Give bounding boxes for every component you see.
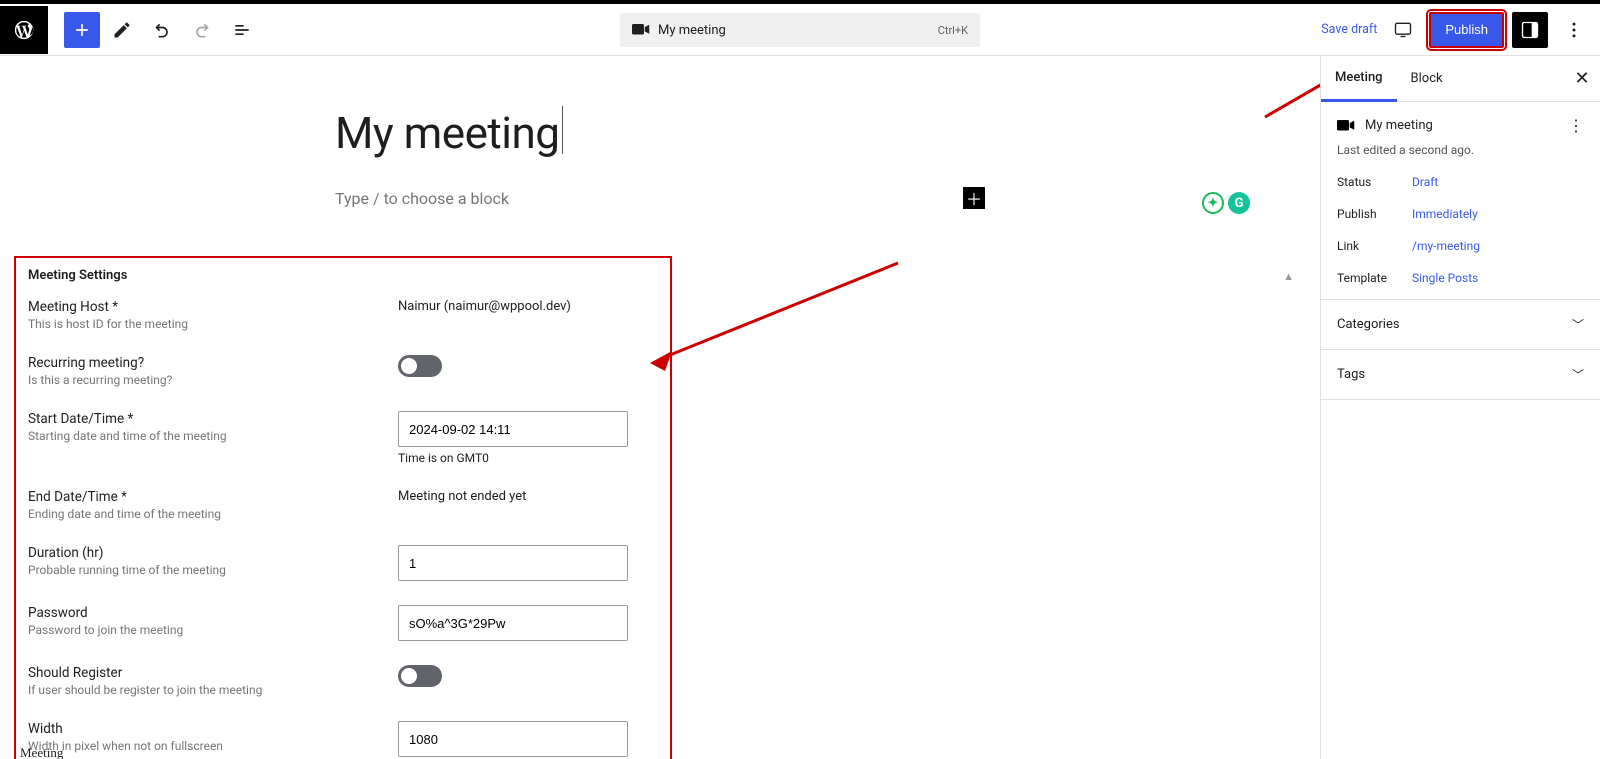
permalink-value[interactable]: /my-meeting <box>1412 239 1480 253</box>
last-edited-text: Last edited a second ago. <box>1337 143 1584 157</box>
add-block-button[interactable] <box>64 12 100 48</box>
host-desc: This is host ID for the meeting <box>28 317 398 331</box>
settings-toggle-button[interactable] <box>1512 12 1548 48</box>
post-title-input[interactable]: My meeting <box>335 106 985 159</box>
duration-input[interactable] <box>398 545 628 581</box>
undo-button[interactable] <box>144 12 180 48</box>
end-value: Meeting not ended yet <box>398 489 658 504</box>
categories-section[interactable]: Categories ﹀ <box>1321 300 1600 350</box>
annotation-arrow-settings <box>650 253 900 373</box>
settings-sidebar: Meeting Block ✕ My meeting ⋮ Last edited… <box>1320 56 1600 759</box>
register-label: Should Register <box>28 665 398 681</box>
grammarly-icon[interactable]: G <box>1228 192 1250 214</box>
inline-add-block-button[interactable]: ＋ <box>963 187 985 209</box>
document-shortcut: Ctrl+K <box>938 24 968 37</box>
edit-mode-button[interactable] <box>104 12 140 48</box>
video-icon <box>1337 119 1355 133</box>
register-toggle[interactable] <box>398 665 442 687</box>
top-toolbar: My meeting Ctrl+K Save draft Publish <box>0 0 1600 56</box>
preview-button[interactable] <box>1385 12 1421 48</box>
block-placeholder[interactable]: Type / to choose a block <box>335 189 509 208</box>
meeting-settings-title: Meeting Settings <box>28 268 658 283</box>
password-desc: Password to join the meeting <box>28 623 398 637</box>
width-desc: Width in pixel when not on fullscreen <box>28 739 398 753</box>
duration-desc: Probable running time of the meeting <box>28 563 398 577</box>
status-value[interactable]: Draft <box>1412 175 1438 189</box>
start-hint: Time is on GMT0 <box>398 451 658 465</box>
end-label: End Date/Time * <box>28 489 398 505</box>
redo-button[interactable] <box>184 12 220 48</box>
password-label: Password <box>28 605 398 621</box>
bottom-caption: Meeting <box>20 745 63 759</box>
doc-actions-button[interactable]: ⋮ <box>1568 116 1584 135</box>
sidebar-doc-name: My meeting <box>1365 118 1433 133</box>
width-input[interactable] <box>398 721 628 757</box>
save-draft-button[interactable]: Save draft <box>1321 22 1377 37</box>
jetpack-icon[interactable]: ✦ <box>1202 192 1224 214</box>
publish-time-value[interactable]: Immediately <box>1412 207 1478 221</box>
start-desc: Starting date and time of the meeting <box>28 429 398 443</box>
chevron-down-icon: ﹀ <box>1572 316 1584 333</box>
document-bar[interactable]: My meeting Ctrl+K <box>620 13 980 47</box>
close-sidebar-button[interactable]: ✕ <box>1564 61 1600 97</box>
template-value[interactable]: Single Posts <box>1412 271 1478 285</box>
editor-main: My meeting Type / to choose a block ＋ ✦ … <box>0 56 1320 759</box>
recurring-desc: Is this a recurring meeting? <box>28 373 398 387</box>
recurring-label: Recurring meeting? <box>28 355 398 371</box>
host-value[interactable]: Naimur (naimur@wppool.dev) <box>398 299 658 314</box>
meeting-settings-panel: Meeting Settings Meeting Host * This is … <box>14 256 672 759</box>
start-label: Start Date/Time * <box>28 411 398 427</box>
register-desc: If user should be register to join the m… <box>28 683 398 697</box>
recurring-toggle[interactable] <box>398 355 442 377</box>
width-label: Width <box>28 721 398 737</box>
document-outline-button[interactable] <box>224 12 260 48</box>
host-label: Meeting Host * <box>28 299 398 315</box>
end-desc: Ending date and time of the meeting <box>28 507 398 521</box>
password-input[interactable] <box>398 605 628 641</box>
assistant-badges: ✦ G <box>1202 192 1250 214</box>
tags-section[interactable]: Tags ﹀ <box>1321 350 1600 400</box>
publish-button[interactable]: Publish <box>1429 12 1504 48</box>
tab-block[interactable]: Block <box>1397 56 1457 101</box>
wordpress-logo[interactable] <box>0 6 48 54</box>
tab-meeting[interactable]: Meeting <box>1321 56 1397 102</box>
chevron-down-icon: ﹀ <box>1572 366 1584 383</box>
collapse-panel-caret[interactable]: ▲ <box>1283 270 1294 283</box>
document-title: My meeting <box>658 23 726 38</box>
more-menu-button[interactable] <box>1556 12 1592 48</box>
start-datetime-input[interactable] <box>398 411 628 447</box>
duration-label: Duration (hr) <box>28 545 398 561</box>
